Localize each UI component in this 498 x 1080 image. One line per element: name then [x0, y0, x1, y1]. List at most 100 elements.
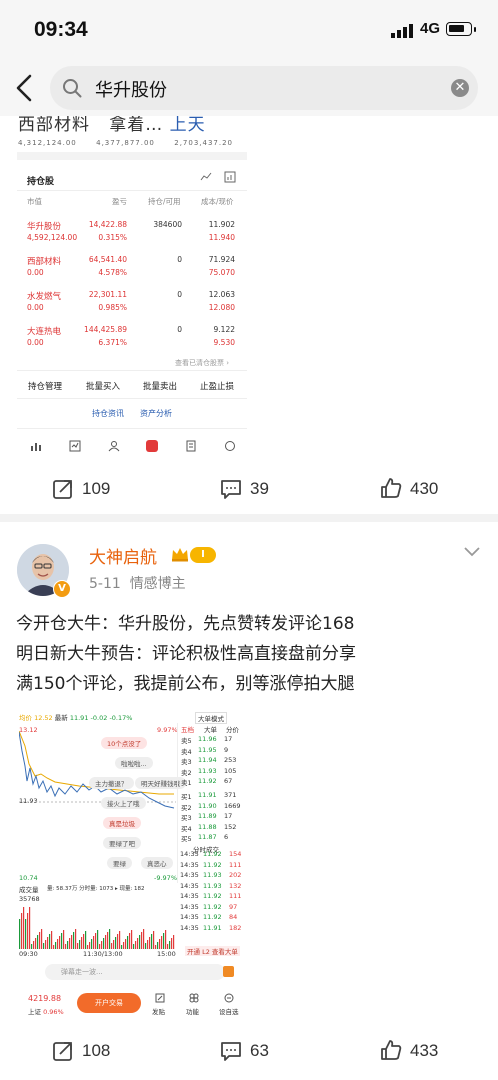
action-batch-buy[interactable]: 批量买入: [86, 380, 120, 392]
tick-p: 11.92: [203, 892, 222, 900]
book-label: 卖4: [181, 747, 192, 756]
action-stop[interactable]: 止盈止损: [200, 380, 234, 392]
comment-count[interactable]: 63: [250, 1041, 269, 1061]
volume-bar: [125, 939, 127, 949]
volume-bar: [77, 943, 79, 949]
book-vol: 371: [224, 791, 237, 799]
time-axis-end: 15:00: [157, 950, 176, 958]
like-icon[interactable]: [380, 1039, 402, 1061]
table-row[interactable]: 水发燃气 0.00 22,301.11 0.985% 0 12.063 12.0…: [17, 285, 247, 319]
nav-function[interactable]: 功能: [186, 1006, 199, 1016]
book-vol: 9: [224, 745, 229, 754]
watchlist-add-icon[interactable]: [224, 993, 234, 1003]
market-icon[interactable]: [30, 440, 42, 452]
stock-cost: 12.063: [208, 290, 235, 299]
danmu-bubble: 要绿: [107, 857, 132, 869]
danmu-placeholder: 弹幕走一波...: [61, 968, 103, 976]
user-icon[interactable]: [108, 440, 120, 452]
author-name[interactable]: 大神启航: [89, 543, 157, 568]
comment-icon[interactable]: [220, 1040, 242, 1062]
table-row[interactable]: 西部材料 0.00 64,541.40 4.578% 0 71.924 75.0…: [17, 250, 247, 284]
volume-bar: [51, 931, 53, 949]
tick-p: 11.92: [203, 913, 222, 921]
book-price: 11.89: [198, 812, 217, 820]
book-label: 卖2: [181, 768, 192, 777]
book-row: 买1 11.91 371: [178, 791, 247, 801]
volume-bar: [61, 933, 63, 949]
search-input[interactable]: 华升股份: [95, 76, 167, 102]
col-header-qty: 持仓/可用: [148, 197, 181, 206]
chevron-down-icon[interactable]: [462, 545, 482, 559]
comment-icon[interactable]: [220, 478, 242, 500]
crown-icon: [172, 548, 188, 562]
stock-name: 华升股份: [27, 222, 62, 232]
back-arrow-icon[interactable]: [14, 73, 36, 103]
open-account-button[interactable]: 开户交易: [77, 993, 141, 1013]
danmu-bubble: 啦啦啦...: [115, 757, 153, 769]
action-batch-sell[interactable]: 批量卖出: [143, 380, 177, 392]
tick-v: 111: [229, 892, 242, 900]
volume-bar: [173, 935, 175, 949]
volume-bar: [89, 942, 91, 949]
volume-bar: [21, 913, 23, 949]
volume-bar: [169, 941, 171, 949]
cleared-stocks-link[interactable]: 查看已清仓股票 ›: [175, 358, 229, 368]
tick-v: 202: [229, 871, 242, 879]
table-row[interactable]: 华升股份 4,592,124.00 14,422.88 0.315% 38460…: [17, 215, 247, 249]
volume-bar: [23, 907, 25, 949]
book-price: 11.91: [198, 791, 217, 799]
nav-post[interactable]: 发贴: [152, 1006, 165, 1016]
tab-five[interactable]: 五档: [181, 724, 194, 734]
divider: [17, 190, 247, 191]
tab-big[interactable]: 大单: [204, 724, 217, 734]
repost-count[interactable]: 109: [82, 479, 110, 499]
repost-icon[interactable]: [52, 1040, 74, 1062]
tick-t: 14:35: [180, 902, 199, 911]
like-icon[interactable]: [380, 477, 402, 499]
function-icon[interactable]: [189, 993, 199, 1003]
tick-v: 97: [229, 902, 238, 911]
volume-bar: [117, 934, 119, 949]
clear-search-icon[interactable]: ✕: [451, 79, 469, 97]
l2-tip[interactable]: 开通 L2 查看大单: [185, 946, 240, 956]
repost-icon[interactable]: [52, 478, 74, 500]
nav-watchlist[interactable]: 设自选: [219, 1006, 239, 1016]
me-icon[interactable]: [224, 440, 236, 452]
chart-icon[interactable]: [224, 171, 236, 183]
like-count[interactable]: 430: [410, 479, 438, 499]
comment-count[interactable]: 39: [250, 479, 269, 499]
tick-row: 14:35 11.92 154: [177, 850, 247, 860]
danmu-bubble: 真恶心: [141, 857, 173, 869]
book-label: 卖3: [181, 758, 192, 766]
table-row[interactable]: 大连热电 0.00 144,425.89 6.371% 0 9.122 9.53…: [17, 320, 247, 354]
volume-info: 量: 58.37万 分时量: 1073 ▸ 现量: 182: [47, 886, 145, 892]
book-row: 买4 11.88 152: [178, 823, 247, 833]
link-holding-news[interactable]: 持仓资讯: [92, 408, 124, 419]
trend-icon[interactable]: [200, 171, 212, 183]
tick-t: 14:35: [180, 892, 199, 900]
trade-icon[interactable]: [146, 440, 158, 452]
stock-pl-pct: 0.985%: [98, 303, 127, 312]
news-icon[interactable]: [185, 440, 197, 452]
book-label: 买1: [181, 793, 192, 801]
tick-t: 14:35: [180, 881, 199, 890]
repost-count[interactable]: 108: [82, 1041, 110, 1061]
book-vol: 6: [224, 833, 229, 841]
tab-price[interactable]: 分价: [226, 724, 239, 734]
stock-value: 0.00: [27, 268, 44, 277]
volume-bar: [143, 929, 145, 949]
stock-value: 0.00: [27, 338, 44, 347]
action-hold-manage[interactable]: 持仓管理: [28, 380, 62, 392]
book-label: 卖5: [181, 737, 192, 745]
tick-t: 14:35: [180, 860, 199, 869]
danmu-send-icon[interactable]: [223, 966, 234, 977]
verified-badge-icon: V: [53, 580, 71, 598]
link-asset-analysis[interactable]: 资产分析: [140, 408, 172, 419]
volume-bar: [137, 938, 139, 949]
volume-bar: [135, 941, 137, 949]
volume-bar: [99, 944, 101, 949]
post-icon[interactable]: [155, 993, 165, 1003]
level-badge: I: [190, 547, 216, 563]
watchlist-icon[interactable]: [69, 440, 81, 452]
like-count[interactable]: 433: [410, 1041, 438, 1061]
